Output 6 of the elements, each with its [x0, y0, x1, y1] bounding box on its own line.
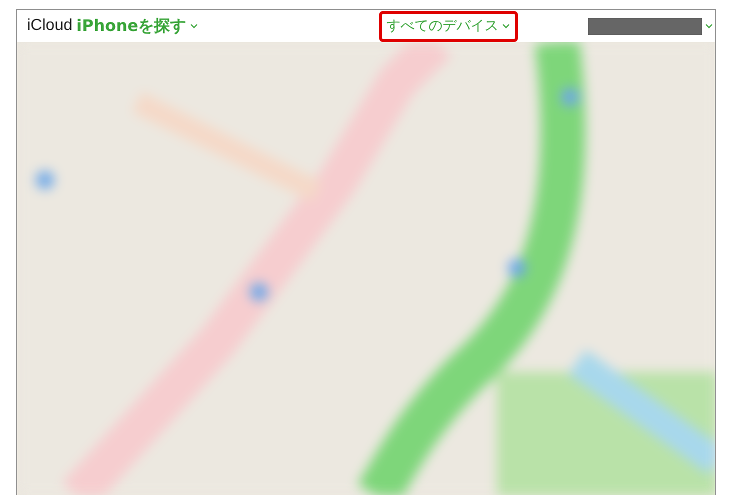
app-menu[interactable]: iPhoneを探す: [76, 14, 198, 38]
brand-name: iCloud: [27, 16, 72, 36]
device-menu[interactable]: すべてのデバイス: [378, 10, 518, 42]
chevron-down-icon: [704, 23, 713, 29]
chevron-down-icon: [190, 23, 198, 29]
chevron-down-icon: [502, 23, 510, 29]
